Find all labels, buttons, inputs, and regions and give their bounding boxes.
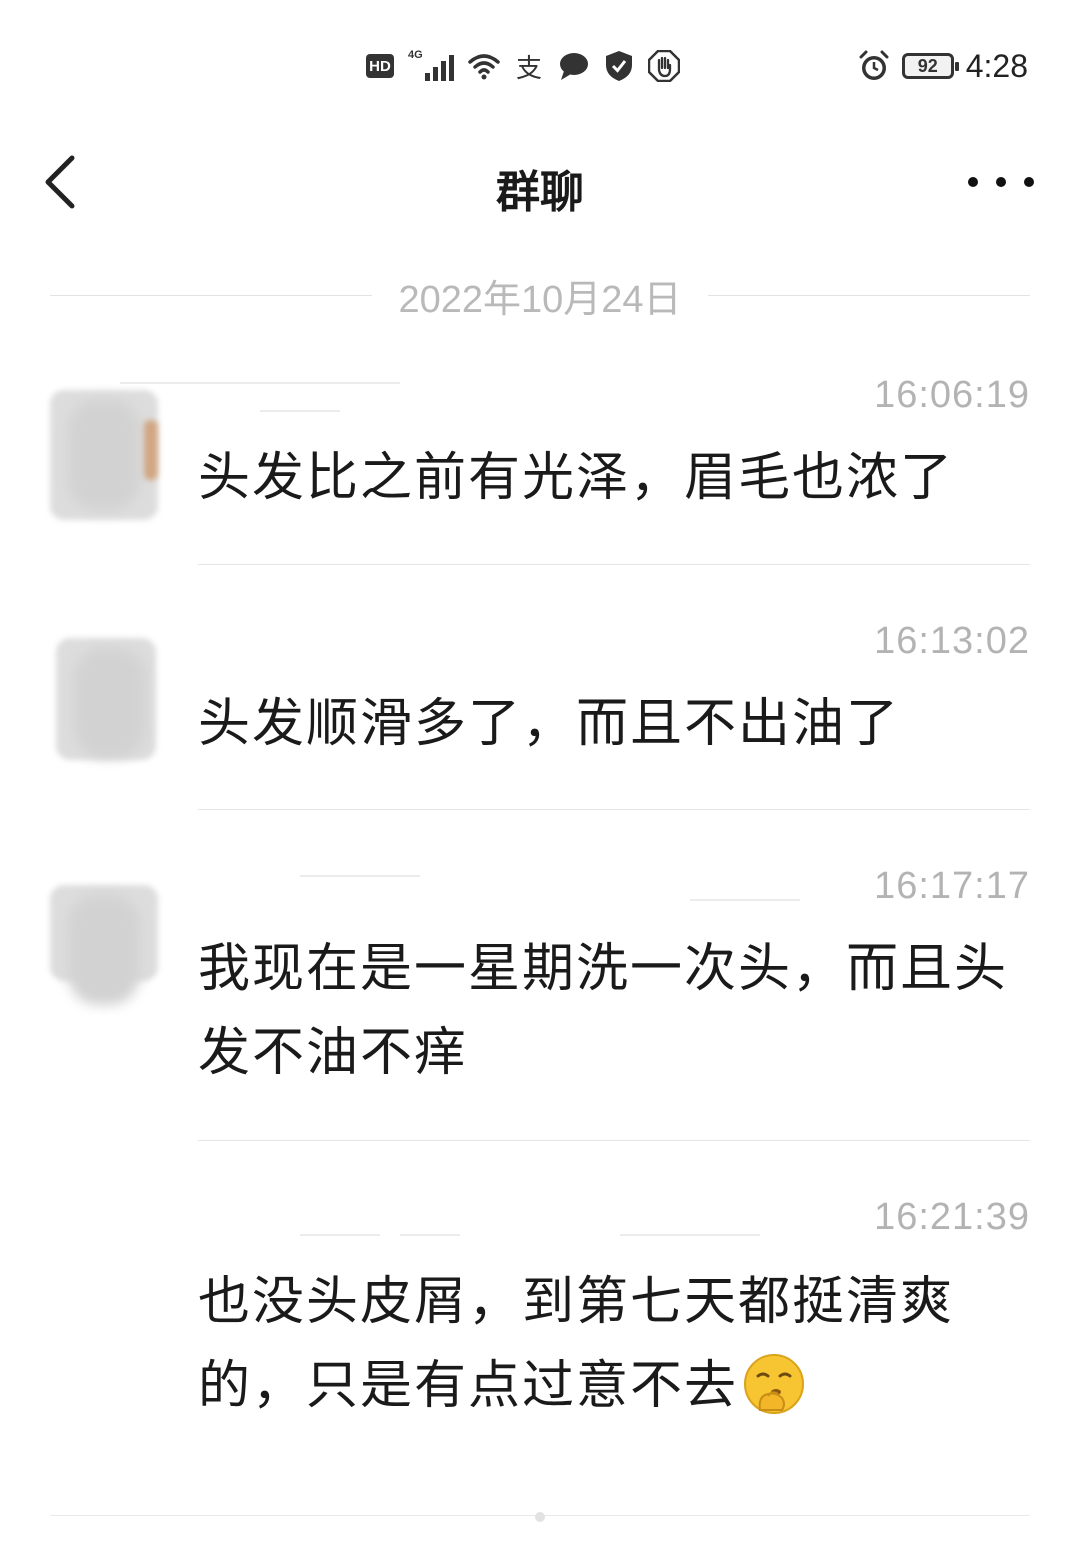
sender-name-redacted (120, 372, 560, 412)
alipay-icon: 支 (515, 53, 542, 84)
message-item: 16:13:02 头发顺滑多了，而且不出油了 (0, 606, 1080, 811)
message-item: 16:06:19 头发比之前有光泽，眉毛也浓了 (0, 360, 1080, 565)
alarm-icon (858, 50, 890, 82)
battery-icon: 92 (901, 53, 959, 79)
message-text: 头发顺滑多了，而且不出油了 (198, 694, 901, 754)
date-label: 2022年10月24日 (398, 278, 682, 321)
message-text: 我现在是一星期洗一次头，而且头发不油不痒 (198, 939, 1009, 1083)
sender-name-redacted (300, 1194, 780, 1236)
page-indicator (535, 1512, 545, 1522)
avatar[interactable] (50, 390, 158, 520)
avatar[interactable] (56, 638, 156, 760)
signal-icon: 4G (408, 49, 454, 81)
date-divider: 2022年10月24日 (50, 270, 1031, 321)
status-icons: HD 4G 支 (366, 44, 680, 88)
message-divider (198, 809, 1030, 810)
chat-bubble-icon (558, 51, 590, 81)
message-divider (198, 1140, 1030, 1141)
message-item: 16:17:17 我现在是一星期洗一次头，而且头发不油不痒 (0, 851, 1080, 1141)
message-time: 16:21:39 (874, 1196, 1030, 1238)
message-time: 16:06:19 (874, 374, 1030, 416)
hd-icon: HD (366, 54, 394, 78)
status-right: 92 4:28 (858, 44, 1028, 88)
avatar[interactable] (50, 885, 158, 1005)
message-text: 也没头皮屑，到第七天都挺清爽的，只是有点过意不去 (198, 1260, 1028, 1428)
message-text: 头发比之前有光泽，眉毛也浓了 (198, 448, 955, 508)
nav-bar: 群聊 (0, 130, 1080, 240)
message-time: 16:17:17 (874, 865, 1030, 907)
network-type-label: 4G (408, 49, 423, 61)
shield-icon (604, 50, 634, 82)
sender-name-redacted (200, 861, 800, 901)
message-divider (198, 564, 1030, 565)
hand-stop-icon (648, 50, 680, 82)
shushing-face-emoji (742, 1352, 806, 1416)
more-dots-icon[interactable] (968, 160, 1034, 204)
page-title: 群聊 (496, 167, 584, 218)
message-time: 16:13:02 (874, 620, 1030, 662)
status-bar: HD 4G 支 92 4:28 (0, 0, 1080, 130)
message-text-content: 也没头皮屑，到第七天都挺清爽的，只是有点过意不去 (198, 1272, 955, 1416)
sender-name-redacted (200, 620, 560, 646)
status-time: 4:28 (965, 47, 1028, 84)
wifi-icon (468, 52, 500, 80)
message-item: 16:21:39 也没头皮屑，到第七天都挺清爽的，只是有点过意不去 (0, 1182, 1080, 1482)
